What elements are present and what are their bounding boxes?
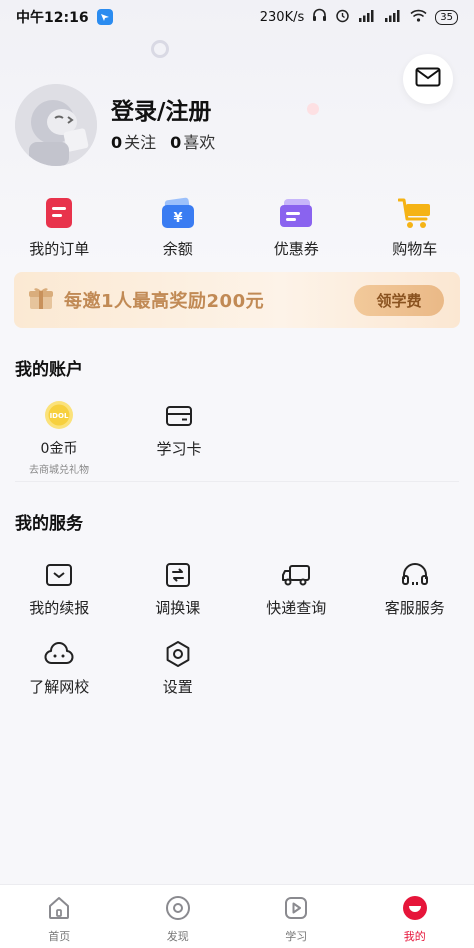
discover-icon — [165, 895, 191, 925]
coupon-icon — [279, 196, 313, 230]
study-play-icon — [283, 895, 309, 925]
login-register-link[interactable]: 登录/注册 — [111, 92, 211, 126]
battery-indicator: 35 — [435, 9, 458, 25]
network-speed: 230K/s — [259, 9, 305, 25]
wifi-icon — [410, 9, 427, 26]
service-renewal[interactable]: 我的续报 — [0, 560, 119, 618]
cart-icon — [397, 196, 432, 230]
cloud-face-icon — [44, 639, 74, 669]
tab-discover[interactable]: 发现 — [119, 885, 238, 948]
decorative-ring — [151, 40, 169, 58]
gift-box-icon — [28, 286, 54, 314]
tab-home[interactable]: 首页 — [0, 885, 119, 948]
svg-text:¥: ¥ — [173, 211, 182, 226]
tab-me[interactable]: 我的 — [356, 885, 474, 948]
coins-entry[interactable]: IDOL 0金币 去商城兑礼物 — [28, 400, 90, 476]
settings-icon — [163, 639, 193, 669]
service-settings[interactable]: 设置 — [119, 639, 238, 697]
headphones-icon — [312, 8, 327, 26]
svg-text:IDOL: IDOL — [50, 412, 69, 420]
alarm-icon — [335, 8, 350, 27]
coins-hint: 去商城兑礼物 — [29, 465, 89, 476]
profile-stats: 0 关注 0 喜欢 — [111, 129, 215, 153]
claim-tuition-button[interactable]: 领学费 — [354, 285, 444, 316]
likes-stat[interactable]: 0 喜欢 — [170, 129, 215, 153]
swap-course-icon — [163, 560, 193, 590]
invite-banner-text: 每邀1人最高奖励200元 — [64, 291, 265, 312]
home-icon — [46, 895, 72, 925]
service-delivery[interactable]: 快递查询 — [237, 560, 356, 618]
renewal-icon — [44, 560, 74, 590]
balance-button[interactable]: ¥ 余额 — [119, 196, 238, 259]
section-divider — [15, 481, 459, 482]
coin-icon: IDOL — [44, 400, 74, 434]
coins-balance: 0金币 — [40, 441, 78, 457]
cart-button[interactable]: 购物车 — [356, 196, 474, 259]
invite-banner[interactable]: 每邀1人最高奖励200元 领学费 — [14, 272, 460, 328]
coupons-button[interactable]: 优惠券 — [237, 196, 356, 259]
study-card-label: 学习卡 — [156, 440, 202, 458]
signal-hd-icon — [384, 9, 402, 26]
headset-icon — [400, 560, 430, 590]
service-swap-course[interactable]: 调换课 — [119, 560, 238, 618]
avatar[interactable] — [15, 84, 97, 166]
my-services-title: 我的服务 — [15, 514, 83, 534]
tab-study[interactable]: 学习 — [237, 885, 356, 948]
status-bar: 中午12:16 230K/s 35 — [0, 0, 474, 34]
my-account-title: 我的账户 — [15, 360, 83, 380]
service-customer-support[interactable]: 客服服务 — [356, 560, 474, 618]
signal-icon — [358, 9, 376, 26]
following-stat[interactable]: 0 关注 — [111, 129, 156, 153]
card-icon — [165, 404, 193, 432]
messages-button[interactable] — [403, 54, 453, 104]
order-icon — [42, 196, 76, 230]
wallet-icon: ¥ — [161, 196, 195, 230]
study-card-entry[interactable]: 学习卡 — [148, 404, 210, 459]
status-time: 中午12:16 — [16, 10, 89, 26]
bottom-tab-bar: 首页 发现 学习 我的 — [0, 884, 474, 948]
me-icon — [402, 895, 428, 925]
decorative-dot — [307, 103, 319, 115]
app-notification-icon — [96, 9, 113, 25]
delivery-truck-icon — [281, 560, 311, 590]
quick-actions: 我的订单 ¥ 余额 优惠券 购物车 — [0, 196, 474, 259]
my-orders-button[interactable]: 我的订单 — [0, 196, 119, 259]
mail-icon — [415, 67, 441, 91]
service-about-school[interactable]: 了解网校 — [0, 639, 119, 697]
